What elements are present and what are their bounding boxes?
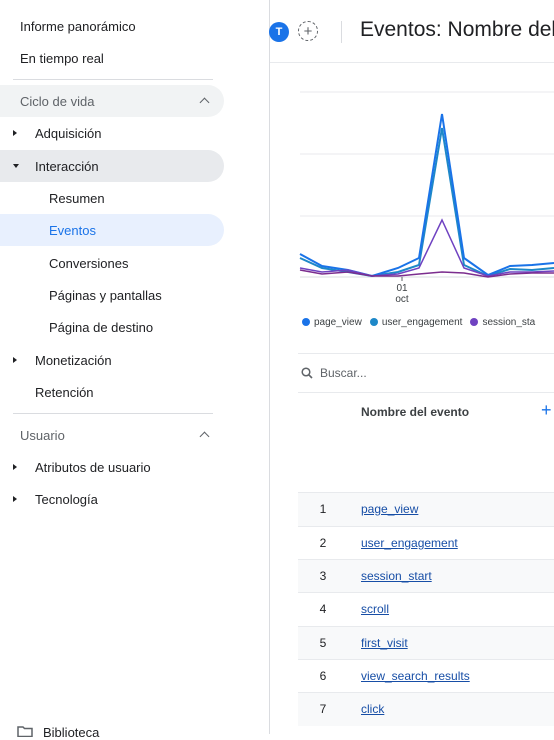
legend-item-user-engagement[interactable]: user_engagement [369,317,463,328]
section-lifecycle[interactable]: Ciclo de vida [0,85,224,117]
sidebar-item-realtime[interactable]: En tiempo real [20,42,104,74]
legend-dot-icon [302,318,310,326]
event-link[interactable]: scroll [361,602,389,616]
row-number: 6 [319,669,327,683]
add-dimension-button[interactable]: + [541,400,552,421]
section-title: Usuario [20,427,65,443]
sidebar-item-label: Resumen [49,190,105,206]
section-usuario[interactable]: Usuario [0,419,224,451]
sidebar-item-eventos[interactable]: Eventos [49,214,96,246]
table-row: 3 session_start [298,559,554,593]
sidebar-item-library[interactable]: Biblioteca [43,725,99,740]
row-number: 1 [319,502,327,516]
search-input[interactable] [320,364,520,382]
search-icon [301,367,313,379]
legend-dot-icon [369,318,378,326]
sidebar-item-resumen[interactable]: Resumen [49,182,105,214]
chart-legend: page_view user_engagement session_sta [302,317,535,328]
chart-gridlines [300,91,554,278]
sidebar-item-label: Eventos [49,222,96,238]
legend-label: user_engagement [381,317,463,328]
table-row: 7 click [298,692,554,726]
x-tick-label-month: oct [395,294,409,305]
table-row: 1 page_view [298,492,554,526]
chevron-up-icon [199,431,210,442]
sidebar-item-overview[interactable]: Informe panorámico [20,10,136,42]
column-header-event-name[interactable]: Nombre del evento [361,405,469,419]
section-title: Ciclo de vida [20,93,95,109]
selected-highlight [0,214,224,246]
plus-icon: + [541,400,552,420]
legend-dot-icon [470,318,479,326]
table-row: 6 view_search_results [298,659,554,693]
table-row: 2 user_engagement [298,526,554,560]
table-row: 4 scroll [298,592,554,626]
event-link[interactable]: first_visit [361,636,408,650]
sidebar-item-label: Tecnología [35,491,98,507]
add-comparison-button[interactable]: + [298,21,318,41]
events-line-chart: 01 oct [299,91,554,305]
event-link[interactable]: view_search_results [361,669,470,683]
legend-item-page-view[interactable]: page_view [302,317,362,328]
sidebar-item-label: Retención [35,384,94,400]
sidebar-item-label: Monetización [35,352,112,368]
row-number: 7 [319,702,327,716]
sidebar-item-label: En tiempo real [20,50,104,66]
sidebar-item-conversiones[interactable]: Conversiones [49,247,129,279]
legend-label: session_sta [482,317,536,328]
sidebar: Informe panorámico En tiempo real Ciclo … [0,0,270,740]
legend-label: page_view [314,317,362,328]
sidebar-item-label: Conversiones [49,255,129,271]
sidebar-item-label: Página de destino [49,319,154,335]
expand-arrow-icon [13,496,17,502]
chevron-up-icon [199,97,210,108]
page-title: Eventos: Nombre del e [360,18,554,41]
sidebar-item-interaccion[interactable]: Interacción [0,150,224,182]
legend-item-session-start[interactable]: session_sta [470,317,535,328]
sidebar-item-retencion[interactable]: Retención [35,376,94,408]
event-link[interactable]: user_engagement [361,536,458,550]
plus-icon: + [303,22,313,40]
row-number: 4 [319,602,327,616]
sidebar-item-adquisicion[interactable]: Adquisición [0,117,224,149]
row-number: 5 [319,636,327,650]
sidebar-item-label: Informe panorámico [20,18,136,34]
sidebar-item-monetizacion[interactable]: Monetización [0,344,224,376]
row-number: 2 [319,536,327,550]
sidebar-item-pagina-destino[interactable]: Página de destino [49,311,153,343]
expand-arrow-icon [13,357,17,363]
table-row: 5 first_visit [298,626,554,660]
sidebar-item-label: Interacción [35,158,99,174]
sidebar-item-label: Adquisición [35,125,102,141]
sidebar-item-atributos[interactable]: Atributos de usuario [0,451,224,483]
expand-arrow-icon [13,464,17,470]
avatar[interactable]: T [269,22,289,42]
expand-arrow-icon [13,130,17,136]
divider [341,21,342,43]
folder-icon [17,726,33,737]
sidebar-item-tecnologia[interactable]: Tecnología [0,483,224,515]
event-link[interactable]: page_view [361,502,418,516]
event-link[interactable]: session_start [361,569,432,583]
divider [13,79,213,80]
event-link[interactable]: click [361,702,384,716]
sidebar-item-paginas[interactable]: Páginas y pantallas [49,279,162,311]
row-number: 3 [319,569,327,583]
x-tick-label-day: 01 [396,283,408,294]
sidebar-item-label: Atributos de usuario [35,459,151,475]
divider [13,413,213,414]
sidebar-item-label: Páginas y pantallas [49,287,162,303]
collapse-arrow-icon [13,164,19,168]
